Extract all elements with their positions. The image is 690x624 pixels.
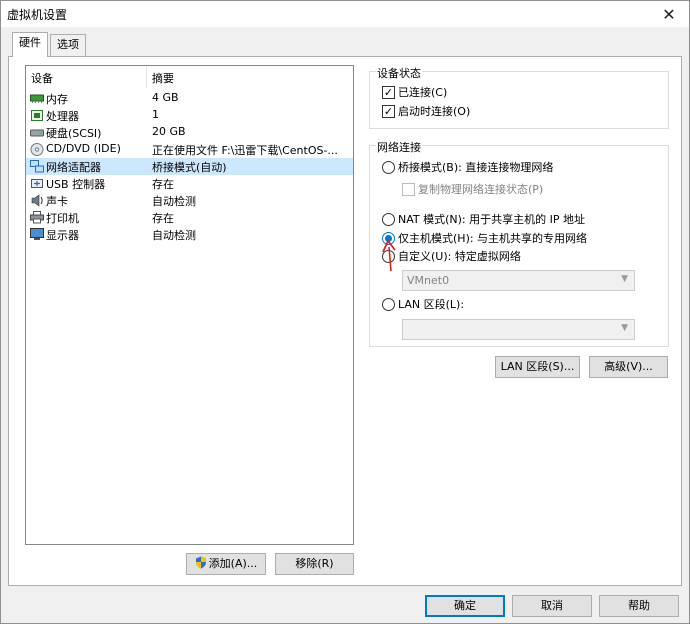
device-status-title: 设备状态 bbox=[376, 65, 422, 81]
connected-checkbox-row[interactable]: ✓ 已连接(C) bbox=[382, 84, 447, 100]
chevron-down-icon: ▼ bbox=[621, 274, 628, 284]
device-row-usb-controller[interactable]: USB 控制器 存在 bbox=[26, 175, 353, 192]
device-list-header: 设备 摘要 bbox=[26, 66, 353, 88]
device-row-cd-dvd[interactable]: CD/DVD (IDE) 正在使用文件 F:\迅雷下载\CentOS-... bbox=[26, 141, 353, 158]
device-summary: 20 GB bbox=[152, 125, 186, 138]
ok-button[interactable]: 确定 bbox=[425, 595, 505, 617]
sound-card-icon bbox=[31, 194, 43, 207]
nat-radio[interactable] bbox=[382, 212, 395, 226]
custom-label: 自定义(U): 特定虚拟网络 bbox=[398, 250, 521, 263]
device-name: 打印机 bbox=[46, 212, 79, 225]
tab-options[interactable]: 选项 bbox=[50, 34, 86, 56]
network-connection-title: 网络连接 bbox=[376, 139, 422, 155]
device-name: 网络适配器 bbox=[46, 161, 101, 174]
tab-hardware[interactable]: 硬件 bbox=[12, 32, 48, 57]
replicate-state-checkbox[interactable] bbox=[402, 182, 415, 196]
device-summary: 存在 bbox=[152, 212, 174, 225]
device-row-memory[interactable]: 内存 4 GB bbox=[26, 90, 353, 107]
window-title: 虚拟机设置 bbox=[7, 8, 68, 22]
network-connection-group: 网络连接 桥接模式(B): 直接连接物理网络 复制物理网络连接状态(P) NAT… bbox=[369, 139, 669, 347]
network-adapter-icon bbox=[30, 160, 44, 173]
device-summary: 存在 bbox=[152, 178, 174, 191]
device-name: 硬盘(SCSI) bbox=[46, 127, 102, 140]
remove-device-button[interactable]: 移除(R) bbox=[275, 553, 354, 575]
lan-segments-button[interactable]: LAN 区段(S)... bbox=[495, 356, 580, 378]
device-summary: 桥接模式(自动) bbox=[152, 161, 227, 174]
hardware-tab-panel: 设备 摘要 内存 4 GB 处理器 1 硬盘(SCSI) 20 GB CD/DV… bbox=[8, 56, 682, 586]
connect-at-power-on-label: 启动时连接(O) bbox=[398, 105, 471, 118]
add-device-button[interactable]: 添加(A)... bbox=[186, 553, 266, 575]
display-icon bbox=[30, 228, 44, 240]
custom-radio-row[interactable]: 自定义(U): 特定虚拟网络 bbox=[382, 248, 521, 264]
custom-network-select[interactable]: VMnet0 ▼ bbox=[402, 270, 635, 291]
device-row-display[interactable]: 显示器 自动检测 bbox=[26, 226, 353, 243]
lan-segment-select[interactable]: ▼ bbox=[402, 319, 635, 340]
cancel-button[interactable]: 取消 bbox=[512, 595, 592, 617]
device-summary: 自动检测 bbox=[152, 229, 196, 242]
device-summary: 自动检测 bbox=[152, 195, 196, 208]
custom-network-value: VMnet0 bbox=[407, 274, 450, 287]
bridged-label: 桥接模式(B): 直接连接物理网络 bbox=[398, 161, 554, 174]
device-row-network-adapter[interactable]: 网络适配器 桥接模式(自动) bbox=[26, 158, 353, 175]
device-name: 显示器 bbox=[46, 229, 79, 242]
nat-radio-row[interactable]: NAT 模式(N): 用于共享主机的 IP 地址 bbox=[382, 211, 585, 227]
device-list[interactable]: 设备 摘要 内存 4 GB 处理器 1 硬盘(SCSI) 20 GB CD/DV… bbox=[25, 65, 354, 545]
chevron-down-icon: ▼ bbox=[621, 323, 628, 333]
close-button[interactable]: ✕ bbox=[649, 1, 689, 27]
device-status-group: 设备状态 ✓ 已连接(C) ✓ 启动时连接(O) bbox=[369, 65, 669, 129]
column-header-device[interactable]: 设备 bbox=[31, 70, 53, 86]
replicate-state-row[interactable]: 复制物理网络连接状态(P) bbox=[402, 181, 543, 197]
shield-icon bbox=[195, 556, 206, 569]
vm-settings-window: 虚拟机设置 ✕ 硬件 选项 设备 摘要 内存 4 GB 处理器 1 硬盘(SCS… bbox=[0, 0, 690, 624]
annotation-arrow-icon bbox=[382, 239, 396, 272]
device-row-processor[interactable]: 处理器 1 bbox=[26, 107, 353, 124]
help-button[interactable]: 帮助 bbox=[599, 595, 679, 617]
usb-icon bbox=[31, 179, 43, 188]
advanced-button[interactable]: 高级(V)... bbox=[589, 356, 668, 378]
connect-at-power-on-checkbox[interactable]: ✓ bbox=[382, 104, 395, 118]
device-row-printer[interactable]: 打印机 存在 bbox=[26, 209, 353, 226]
device-name: 处理器 bbox=[46, 110, 79, 123]
harddisk-icon bbox=[30, 129, 44, 137]
nat-label: NAT 模式(N): 用于共享主机的 IP 地址 bbox=[398, 213, 585, 226]
connect-at-power-on-row[interactable]: ✓ 启动时连接(O) bbox=[382, 103, 470, 119]
column-separator[interactable] bbox=[146, 66, 147, 88]
device-summary: 1 bbox=[152, 108, 159, 121]
device-name: CD/DVD (IDE) bbox=[46, 142, 121, 155]
memory-icon bbox=[30, 94, 44, 103]
lan-segment-label: LAN 区段(L): bbox=[398, 298, 465, 311]
bridged-radio[interactable] bbox=[382, 160, 395, 174]
cd-dvd-icon bbox=[30, 143, 44, 156]
device-summary: 正在使用文件 F:\迅雷下载\CentOS-... bbox=[152, 144, 338, 157]
lan-segment-radio[interactable] bbox=[382, 297, 395, 311]
device-name: 内存 bbox=[46, 93, 68, 106]
device-summary: 4 GB bbox=[152, 91, 179, 104]
bridged-radio-row[interactable]: 桥接模式(B): 直接连接物理网络 bbox=[382, 159, 553, 175]
device-row-sound-card[interactable]: 声卡 自动检测 bbox=[26, 192, 353, 209]
add-button-label: 添加(A)... bbox=[208, 557, 258, 570]
host-only-radio-row[interactable]: 仅主机模式(H): 与主机共享的专用网络 bbox=[382, 230, 587, 246]
device-name: USB 控制器 bbox=[46, 178, 106, 191]
cpu-icon bbox=[31, 110, 43, 121]
connected-checkbox[interactable]: ✓ bbox=[382, 85, 395, 99]
lan-segment-radio-row[interactable]: LAN 区段(L): bbox=[382, 296, 464, 312]
connected-label: 已连接(C) bbox=[398, 86, 448, 99]
title-bar: 虚拟机设置 ✕ bbox=[1, 1, 689, 27]
device-row-hard-disk[interactable]: 硬盘(SCSI) 20 GB bbox=[26, 124, 353, 141]
printer-icon bbox=[30, 211, 44, 224]
host-only-label: 仅主机模式(H): 与主机共享的专用网络 bbox=[398, 232, 588, 245]
column-header-summary[interactable]: 摘要 bbox=[152, 70, 174, 86]
replicate-state-label: 复制物理网络连接状态(P) bbox=[418, 183, 544, 196]
device-name: 声卡 bbox=[46, 195, 68, 208]
